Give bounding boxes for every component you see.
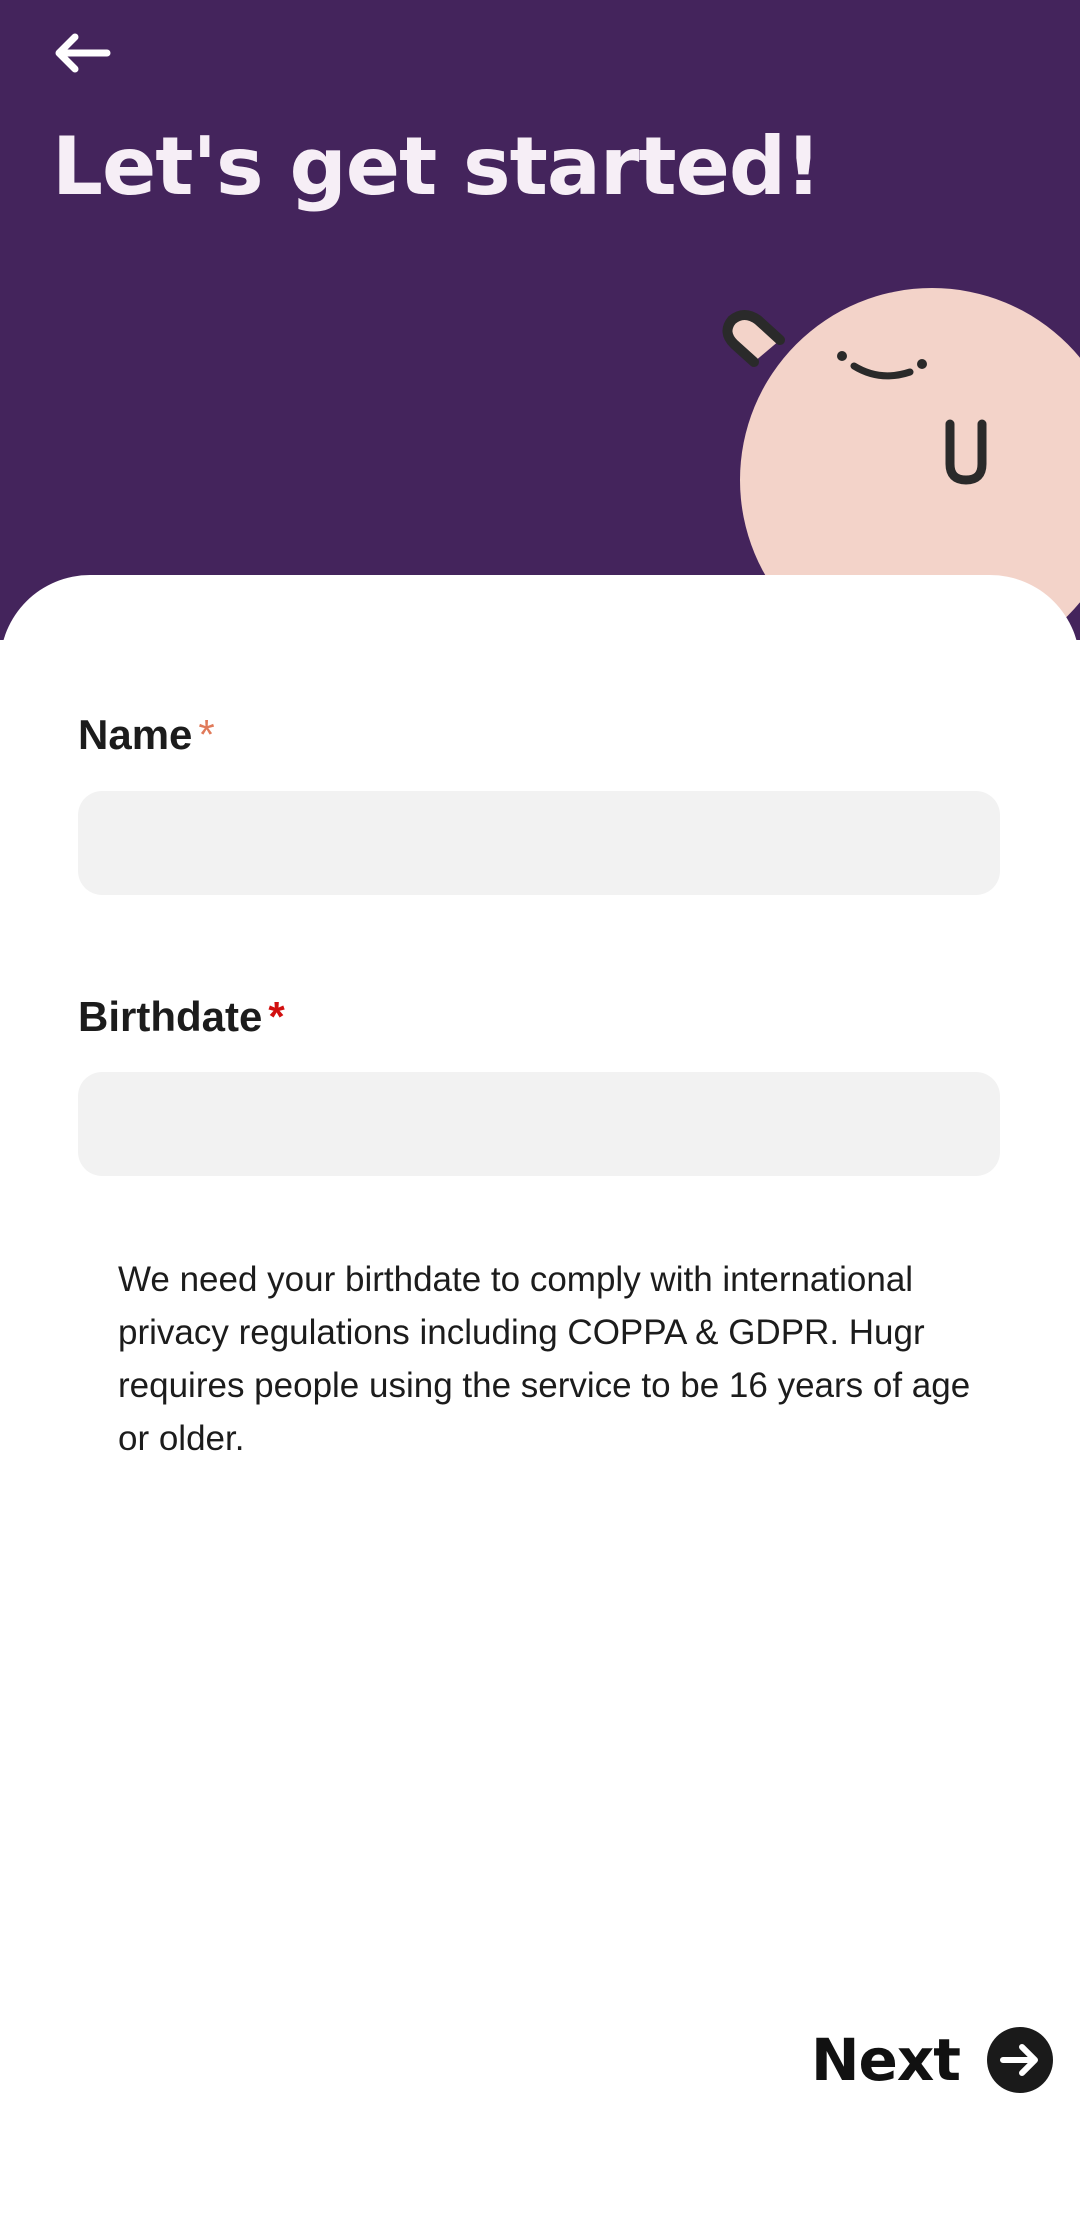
name-label: Name *	[78, 710, 215, 760]
name-required-mark: *	[198, 711, 215, 758]
name-label-text: Name	[78, 711, 193, 758]
header: Let's get started!	[0, 0, 1080, 640]
arrow-right-circle-icon	[987, 2027, 1053, 2093]
next-button[interactable]: Next	[811, 2020, 1054, 2100]
arrow-left-icon	[55, 33, 111, 73]
birthdate-info-text: We need your birthdate to comply with in…	[118, 1260, 971, 1458]
name-input[interactable]	[78, 791, 1000, 895]
birthdate-input[interactable]	[78, 1072, 1000, 1176]
birthdate-label: Birthdate *	[78, 992, 285, 1042]
signup-screen: Let's get started! Name * Birthdate * We n…	[0, 0, 1080, 2219]
birthdate-required-mark: *	[268, 993, 285, 1040]
back-button[interactable]	[44, 22, 118, 84]
page-title: Let's get started!	[52, 120, 822, 213]
next-label: Next	[810, 2026, 961, 2094]
birthdate-label-text: Birthdate	[78, 993, 263, 1040]
